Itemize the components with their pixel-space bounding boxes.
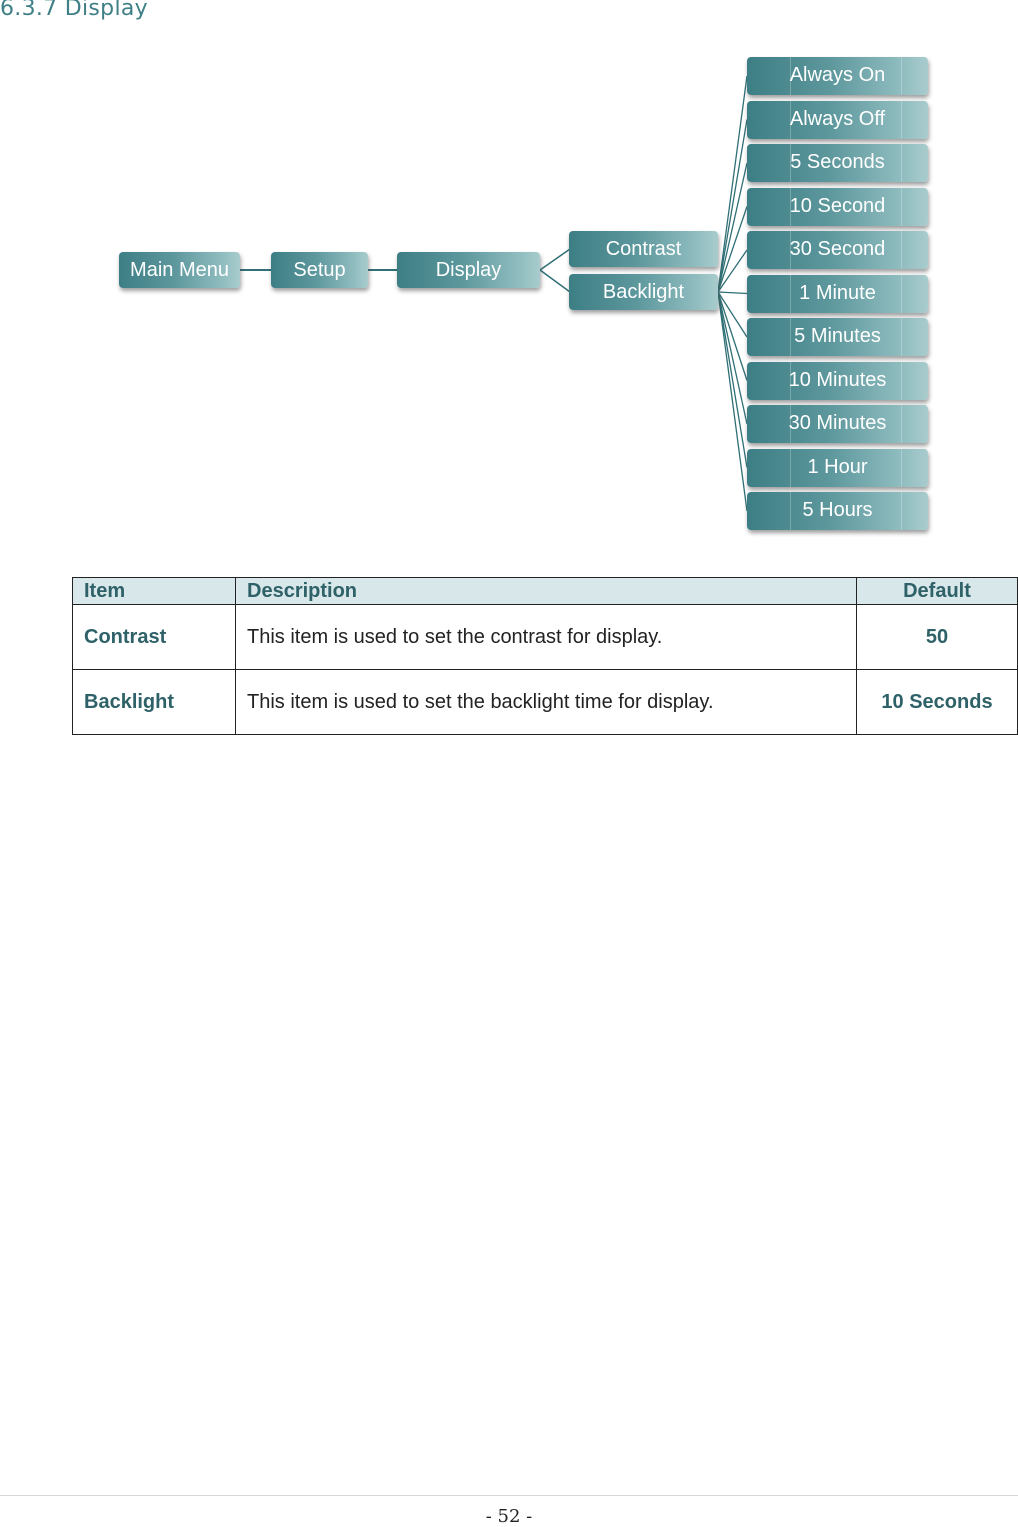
node-gloss-line — [790, 231, 791, 269]
table-header-row: Item Description Default — [72, 577, 1018, 605]
node-gloss-line — [901, 187, 902, 226]
node-contrast: Contrast — [569, 231, 718, 267]
node-gloss-line — [901, 361, 902, 400]
node-backlight-option: 5 Hours — [747, 492, 928, 530]
menu-tree-diagram: Main Menu Setup Display Contrast Backlig… — [0, 0, 1018, 560]
node-backlight-option: 5 Seconds — [747, 144, 928, 182]
node-gloss-line — [901, 231, 902, 269]
node-gloss-line — [790, 492, 791, 530]
row-item: Contrast — [72, 604, 236, 670]
display-settings-table: Item Description Default Contrast This i… — [72, 577, 1018, 735]
header-item: Item — [72, 577, 236, 605]
node-gloss-line — [790, 57, 791, 95]
node-backlight-option: 30 Second — [747, 231, 928, 269]
node-backlight-option: 10 Second — [747, 187, 928, 226]
connector-line — [717, 206, 748, 293]
node-backlight-option: 1 Minute — [747, 274, 928, 313]
node-backlight-option: 10 Minutes — [747, 361, 928, 400]
page-number: - 52 - — [485, 1506, 533, 1527]
node-backlight-option: 30 Minutes — [747, 405, 928, 443]
node-main-menu: Main Menu — [119, 252, 240, 288]
node-gloss-line — [901, 274, 902, 313]
node-gloss-line — [790, 187, 791, 226]
node-gloss-line — [901, 492, 902, 530]
row-default: 50 — [856, 604, 1018, 670]
table-row: Contrast This item is used to set the co… — [72, 604, 1018, 670]
node-backlight-option: 5 Minutes — [747, 318, 928, 356]
node-gloss-line — [790, 318, 791, 356]
node-gloss-line — [901, 405, 902, 443]
node-gloss-line — [901, 318, 902, 356]
row-description: This item is used to set the backlight t… — [235, 669, 857, 735]
connector-backlight-options — [717, 75, 748, 512]
node-gloss-line — [790, 361, 791, 400]
row-description: This item is used to set the contrast fo… — [235, 604, 857, 670]
row-item: Backlight — [72, 669, 236, 735]
node-gloss-line — [790, 448, 791, 487]
node-setup: Setup — [271, 252, 368, 288]
connector-line — [717, 291, 748, 295]
node-gloss-line — [790, 274, 791, 313]
node-backlight-option: 1 Hour — [747, 448, 928, 487]
header-default: Default — [856, 577, 1018, 605]
connector-line — [717, 119, 748, 293]
footer-divider — [0, 1495, 1018, 1496]
node-gloss-line — [790, 100, 791, 139]
node-backlight-option: Always On — [747, 57, 928, 95]
connector-line — [717, 291, 748, 381]
header-description: Description — [235, 577, 857, 605]
connector-display-contrast — [539, 248, 571, 271]
connector-display-backlight — [539, 269, 571, 293]
node-gloss-line — [901, 100, 902, 139]
node-gloss-line — [901, 57, 902, 95]
connector-line — [717, 291, 748, 468]
node-gloss-line — [790, 144, 791, 182]
table-row: Backlight This item is used to set the b… — [72, 669, 1018, 735]
row-default: 10 Seconds — [856, 669, 1018, 735]
node-gloss-line — [901, 448, 902, 487]
node-gloss-line — [901, 144, 902, 182]
node-gloss-line — [790, 405, 791, 443]
node-display: Display — [397, 252, 540, 288]
node-backlight-option: Always Off — [747, 100, 928, 139]
node-backlight: Backlight — [569, 274, 718, 310]
